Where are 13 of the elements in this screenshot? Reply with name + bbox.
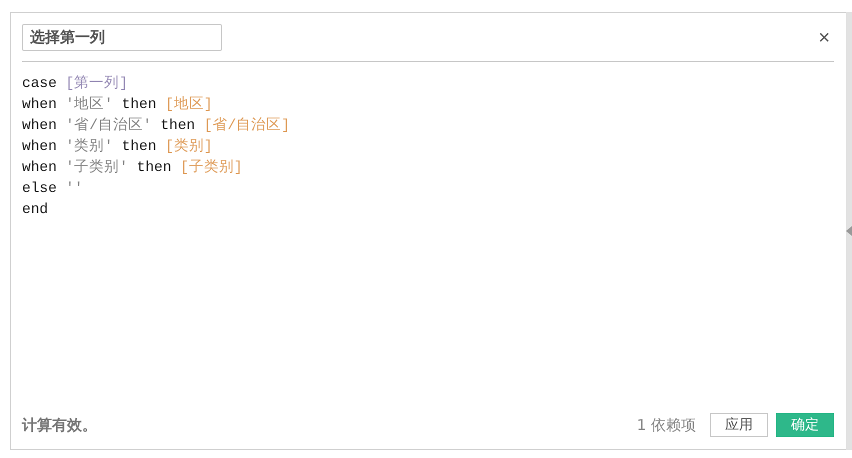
code-line: when '省/自治区' then [省/自治区] bbox=[22, 116, 291, 136]
collapse-arrow-icon[interactable] bbox=[846, 226, 852, 236]
code-line: when '地区' then [地区] bbox=[22, 95, 214, 115]
status-text: 计算有效。 bbox=[22, 416, 98, 434]
code-line: when '类别' then [类别] bbox=[22, 137, 214, 157]
code-line: end bbox=[22, 201, 50, 220]
close-button[interactable]: × bbox=[814, 28, 834, 48]
dependencies-link[interactable]: 1 依赖项 bbox=[636, 416, 696, 434]
dialog-button[interactable]: 应用 bbox=[710, 413, 768, 437]
name-field[interactable]: 选择第一列 bbox=[22, 24, 222, 51]
code-line: when '子类别' then [子类别] bbox=[22, 158, 244, 178]
code-line: else '' bbox=[22, 180, 84, 199]
code-line: case [第一列] bbox=[22, 74, 129, 94]
